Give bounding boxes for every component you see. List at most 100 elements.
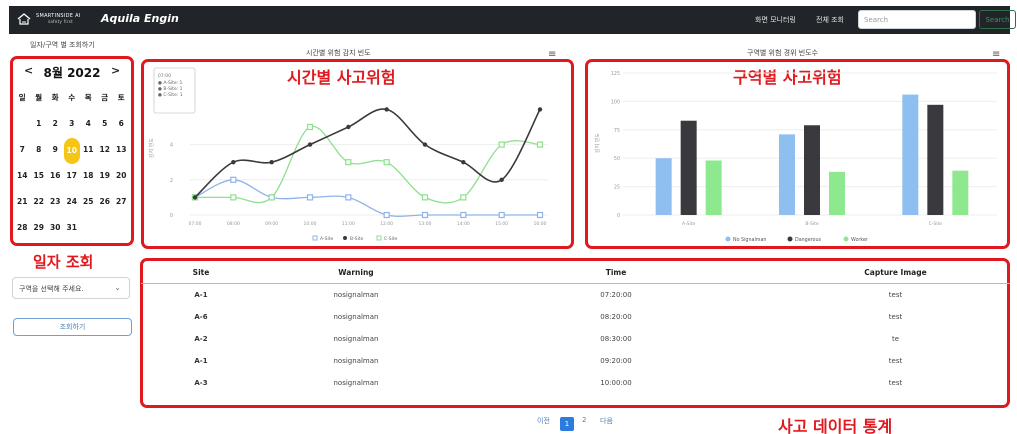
app-brand[interactable]: Aquila Engin <box>101 12 179 25</box>
legend-label: Worker <box>851 237 868 243</box>
calendar-day[interactable]: 15 <box>31 170 48 196</box>
calendar-day[interactable]: 11 <box>80 144 97 170</box>
a-site-point <box>460 211 467 219</box>
calendar-day[interactable]: 9 <box>47 144 64 170</box>
calendar-next-button[interactable]: > <box>111 64 120 77</box>
pagination-page-2[interactable]: 2 <box>582 416 586 430</box>
calendar-day[interactable]: 25 <box>80 196 97 222</box>
calendar-day[interactable]: 24 <box>64 196 81 222</box>
table-row[interactable]: A-6 nosignalman 08:20:00 test <box>141 306 1010 328</box>
calendar-day[interactable]: 20 <box>113 170 130 196</box>
calendar-day <box>14 118 31 144</box>
x-tick-label: 15:00 <box>495 221 508 227</box>
calendar-day[interactable]: 17 <box>64 170 81 196</box>
x-tick-label: 13:00 <box>419 221 432 227</box>
zone-select[interactable]: 구역을 선택해 주세요. ⌄ <box>12 277 130 299</box>
pagination-prev[interactable]: 이전 <box>537 416 550 430</box>
y-tick-label: 0 <box>617 213 620 219</box>
calendar-week-row: 14 15 16 17 18 19 20 <box>14 170 130 196</box>
calendar-day-selected[interactable]: 10 <box>63 138 81 170</box>
c-site-point <box>421 194 429 201</box>
search-input[interactable] <box>858 10 976 29</box>
b-site-point <box>422 142 428 147</box>
calendar-day[interactable]: 4 <box>80 118 97 144</box>
calendar-day[interactable]: 27 <box>113 196 130 222</box>
x-tick-label: 12:00 <box>380 221 393 227</box>
no-signalman-bar <box>779 134 795 215</box>
calendar-weekday: 월 <box>35 93 43 102</box>
pagination-page-current[interactable]: 1 <box>560 417 574 431</box>
calendar-day <box>113 222 130 248</box>
calendar-day[interactable]: 19 <box>97 170 114 196</box>
table-cell: A-2 <box>194 335 208 343</box>
nav-overall-link[interactable]: 전체 조회 <box>816 15 844 25</box>
tooltip-line: ● C-Site: 1 <box>158 92 183 98</box>
calendar-grid: 일 월 화 수 목 금 토 1 2 3 4 5 6 7 8 9 10 11 12 13 14 15 16 17 18 19 20 21… <box>14 92 130 248</box>
table-cell: nosignalman <box>333 313 379 321</box>
legend-marker <box>312 235 318 241</box>
calendar-day[interactable]: 16 <box>47 170 64 196</box>
calendar-day[interactable]: 31 <box>64 222 81 248</box>
y-axis-label: 감지 빈도 <box>148 138 155 158</box>
table-annotation: 사고 데이터 통계 <box>778 417 893 434</box>
table-row[interactable]: A-1 nosignalman 09:20:00 test <box>141 350 1010 372</box>
calendar-day[interactable]: 22 <box>31 196 48 222</box>
y-tick-label: 100 <box>611 99 620 105</box>
calendar-day[interactable]: 26 <box>97 196 114 222</box>
calendar-day[interactable]: 7 <box>14 144 31 170</box>
x-tick-label: 09:00 <box>265 221 278 227</box>
calendar-day[interactable]: 14 <box>14 170 31 196</box>
x-tick-label: 11:00 <box>342 221 355 227</box>
calendar-day[interactable]: 21 <box>14 196 31 222</box>
x-tick-label: 14:00 <box>457 221 470 227</box>
table-cell: A-3 <box>194 379 208 387</box>
x-tick-label: 10:00 <box>304 221 317 227</box>
table-header-cell: Capture Image <box>864 268 927 277</box>
c-site-point <box>306 123 314 131</box>
calendar-day[interactable]: 28 <box>14 222 31 248</box>
nav-monitor-link[interactable]: 화면 모니터링 <box>755 15 796 25</box>
calendar-day[interactable]: 30 <box>47 222 64 248</box>
table-cell: test <box>888 379 903 387</box>
legend-label: C-Site <box>384 236 398 242</box>
legend-label: No Signalman <box>733 237 766 243</box>
x-tick-label: 08:00 <box>227 221 240 227</box>
c-site-point <box>383 159 390 166</box>
table-row[interactable]: A-1 nosignalman 07:20:00 test <box>141 284 1010 306</box>
time-line-chart: 0 2 4 감지 빈도 07:00 08:00 09:00 10:00 11:00 12:00 13… <box>148 67 548 242</box>
calendar-day[interactable]: 18 <box>80 170 97 196</box>
top-navbar: SMARTINSIDE AI safety first Aquila Engin… <box>9 6 1016 34</box>
c-site-point <box>230 194 237 201</box>
time-chart-caption: 시간별 위험 감지 빈도 <box>306 49 371 57</box>
calendar-day[interactable]: 8 <box>31 144 48 170</box>
table-row[interactable]: A-3 nosignalman 10:00:00 test <box>141 372 1010 394</box>
calendar-day[interactable]: 6 <box>113 118 130 144</box>
x-tick-label: 07:00 <box>189 221 202 227</box>
legend-label: B-Site <box>350 236 364 242</box>
calendar-day[interactable]: 12 <box>97 144 114 170</box>
calendar-day[interactable]: 13 <box>113 144 130 170</box>
calendar-day[interactable]: 29 <box>31 222 48 248</box>
calendar-prev-button[interactable]: < <box>24 64 33 77</box>
calendar-day[interactable]: 23 <box>47 196 64 222</box>
query-button[interactable]: 조회하기 <box>13 318 132 336</box>
worker-bar <box>952 170 969 215</box>
x-tick-label: C-Site <box>929 221 943 227</box>
c-site-point <box>345 159 352 166</box>
a-site-point <box>306 194 314 201</box>
table-cell: nosignalman <box>333 335 379 343</box>
table-cell: A-1 <box>194 291 208 299</box>
no-signalman-bar <box>655 158 672 215</box>
a-site-line <box>194 179 540 217</box>
table-row[interactable]: A-2 nosignalman 08:30:00 te <box>141 328 1010 350</box>
calendar-day[interactable]: 2 <box>47 118 64 144</box>
legend-marker <box>787 236 793 242</box>
calendar-day[interactable]: 1 <box>31 118 48 144</box>
search-button[interactable]: Search <box>979 10 1016 29</box>
b-site-point <box>346 124 351 130</box>
table-cell: 07:20:00 <box>600 291 632 299</box>
b-site-point <box>269 160 274 165</box>
calendar-day[interactable]: 5 <box>97 118 114 144</box>
pagination-next[interactable]: 다음 <box>600 416 613 430</box>
b-site-point <box>192 195 198 200</box>
